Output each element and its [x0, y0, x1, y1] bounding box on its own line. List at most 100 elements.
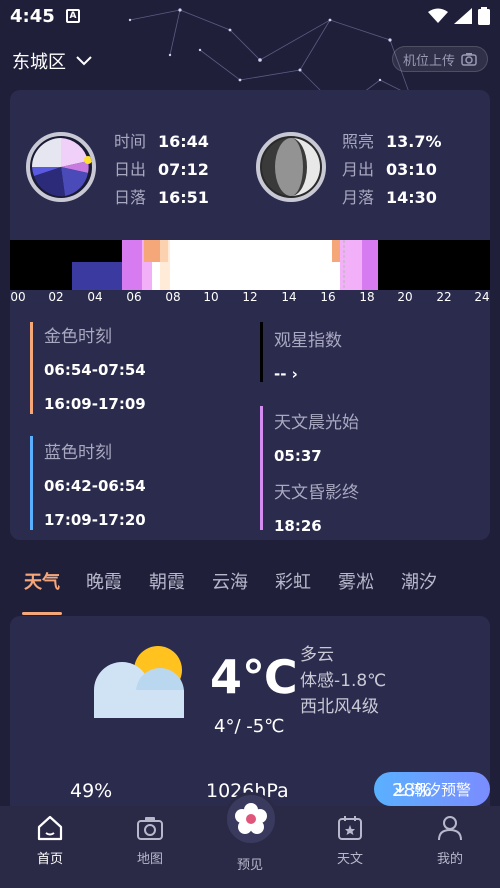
blue-hour-title: 蓝色时刻 — [44, 443, 112, 463]
golden-hour-title: 金色时刻 — [44, 327, 112, 347]
wifi-icon — [428, 8, 448, 23]
weather-details: 多云 体感-1.8℃ 西北风4级 — [300, 642, 386, 720]
timeline-tick: 10 — [203, 290, 219, 304]
humidity-value: 49% — [70, 780, 113, 802]
timeline-axis: 00 02 04 06 08 10 12 14 16 18 20 22 24 — [10, 290, 490, 306]
moon-info: 照亮 13.7% 月出 03:10 月落 14:30 — [342, 128, 442, 212]
nav-map[interactable]: 地图 — [115, 814, 185, 867]
moon-illum-value: 13.7% — [386, 132, 442, 151]
nav-forecast-button[interactable] — [224, 792, 278, 846]
timeline-tick: 04 — [87, 290, 103, 304]
current-temperature: 4℃ — [210, 650, 298, 704]
sun-position-dial — [26, 132, 96, 202]
timeline-tick: 16 — [320, 290, 336, 304]
astro-dusk-title: 天文昏影终 — [274, 483, 359, 503]
nav-map-label: 地图 — [136, 852, 163, 867]
astro-dawn-value: 05:37 — [274, 447, 322, 465]
moon-illum-label: 照亮 — [342, 132, 375, 151]
nav-astronomy-label: 天文 — [336, 852, 363, 867]
blue-hour-morning: 06:42-06:54 — [44, 477, 146, 495]
calendar-star-icon — [338, 816, 362, 840]
stargazing-value: -- › — [274, 365, 298, 383]
timeline-tick: 24 — [474, 290, 490, 304]
nav-profile-label: 我的 — [436, 852, 463, 867]
sunrise-value: 07:12 — [158, 160, 209, 179]
partly-cloudy-icon — [94, 646, 184, 718]
stargazing-bar — [260, 322, 263, 382]
astro-dawn-section: 天文晨光始 05:37 — [274, 408, 359, 465]
timeline-tick: 22 — [436, 290, 452, 304]
timeline-tick: 00 — [10, 290, 26, 304]
astro-twilight-bar — [260, 406, 263, 530]
tab-tide[interactable]: 潮汐 — [401, 568, 437, 594]
sun-moon-card: 时间 16:44 日出 07:12 日落 16:51 照亮 13.7% 月出 03:10 … — [10, 90, 490, 540]
timeline-tick: 18 — [359, 290, 375, 304]
nav-home-label: 首页 — [36, 852, 63, 867]
golden-hour-bar — [30, 322, 33, 414]
temperature-range: 4°/ -5℃ — [214, 716, 285, 737]
timeline-tick: 12 — [242, 290, 258, 304]
astro-dawn-title: 天文晨光始 — [274, 413, 359, 433]
nav-home[interactable]: 首页 — [15, 814, 85, 867]
feels-like: 体感-1.8℃ — [300, 671, 387, 691]
tab-sunrise-glow[interactable]: 朝霞 — [149, 568, 185, 594]
user-icon — [438, 816, 462, 841]
daylight-timeline — [10, 240, 490, 290]
moonrise-label: 月出 — [342, 160, 375, 179]
moonset-value: 14:30 — [386, 188, 437, 207]
upload-spot-label: 机位上传 — [402, 53, 455, 69]
sun-dial-graphic — [32, 138, 92, 197]
blue-hour-section: 蓝色时刻 06:42-06:54 17:09-17:20 — [44, 438, 146, 529]
astro-dusk-section: 天文昏影终 18:26 — [274, 478, 359, 535]
tab-sea-of-clouds[interactable]: 云海 — [212, 568, 248, 594]
astro-dusk-value: 18:26 — [274, 517, 322, 535]
wind-info: 西北风4级 — [300, 697, 379, 717]
tab-sunset-glow[interactable]: 晚霞 — [86, 568, 122, 594]
moon-phase — [256, 132, 326, 202]
signal-icon — [454, 8, 472, 24]
sun-info: 时间 16:44 日出 07:12 日落 16:51 — [114, 128, 209, 212]
timeline-tick: 20 — [397, 290, 413, 304]
status-icons — [428, 7, 490, 25]
tab-rainbow[interactable]: 彩虹 — [275, 568, 311, 594]
blue-hour-bar — [30, 436, 33, 530]
chevron-down-icon — [76, 56, 92, 66]
stargazing-title: 观星指数 — [274, 331, 342, 351]
nav-astronomy[interactable]: 天文 — [315, 814, 385, 867]
moonrise-value: 03:10 — [386, 160, 437, 179]
sun-time-label: 时间 — [114, 132, 147, 151]
location-selector[interactable]: 东城区 — [12, 48, 92, 74]
flower-icon — [235, 803, 267, 834]
timeline-tick: 14 — [281, 290, 297, 304]
location-name: 东城区 — [12, 52, 66, 73]
sun-time-value: 16:44 — [158, 132, 209, 151]
active-tab-indicator — [22, 612, 62, 615]
status-time: 4:45 — [10, 6, 55, 27]
golden-hour-section: 金色时刻 06:54-07:54 16:09-17:09 — [44, 322, 146, 413]
category-tabs: 天气 晚霞 朝霞 云海 彩虹 雾凇 潮汐 — [0, 562, 500, 602]
stargazing-section[interactable]: 观星指数 -- › — [274, 326, 342, 383]
weather-condition: 多云 — [300, 645, 334, 665]
sunset-label: 日落 — [114, 188, 147, 207]
golden-hour-morning: 06:54-07:54 — [44, 361, 146, 379]
nav-profile[interactable]: 我的 — [415, 814, 485, 867]
moon-phase-graphic — [262, 138, 320, 196]
tab-weather[interactable]: 天气 — [24, 568, 60, 594]
camera-icon — [137, 817, 163, 840]
golden-hour-evening: 16:09-17:09 — [44, 395, 146, 413]
home-icon — [37, 815, 63, 841]
tab-rime[interactable]: 雾凇 — [338, 568, 374, 594]
timeline-tick: 08 — [165, 290, 181, 304]
sunset-value: 16:51 — [158, 188, 209, 207]
notification-icon: A — [66, 9, 80, 23]
upload-spot-button[interactable]: 机位上传 — [391, 46, 488, 72]
moonset-label: 月落 — [342, 188, 375, 207]
timeline-tick: 06 — [126, 290, 142, 304]
overlay-percentage: 28% — [392, 780, 433, 801]
nav-forecast-label: 预见 — [236, 858, 263, 873]
timeline-tick: 02 — [48, 290, 64, 304]
blue-hour-evening: 17:09-17:20 — [44, 511, 146, 529]
sunrise-label: 日出 — [114, 160, 147, 179]
camera-icon — [461, 53, 477, 66]
battery-icon — [478, 7, 490, 25]
